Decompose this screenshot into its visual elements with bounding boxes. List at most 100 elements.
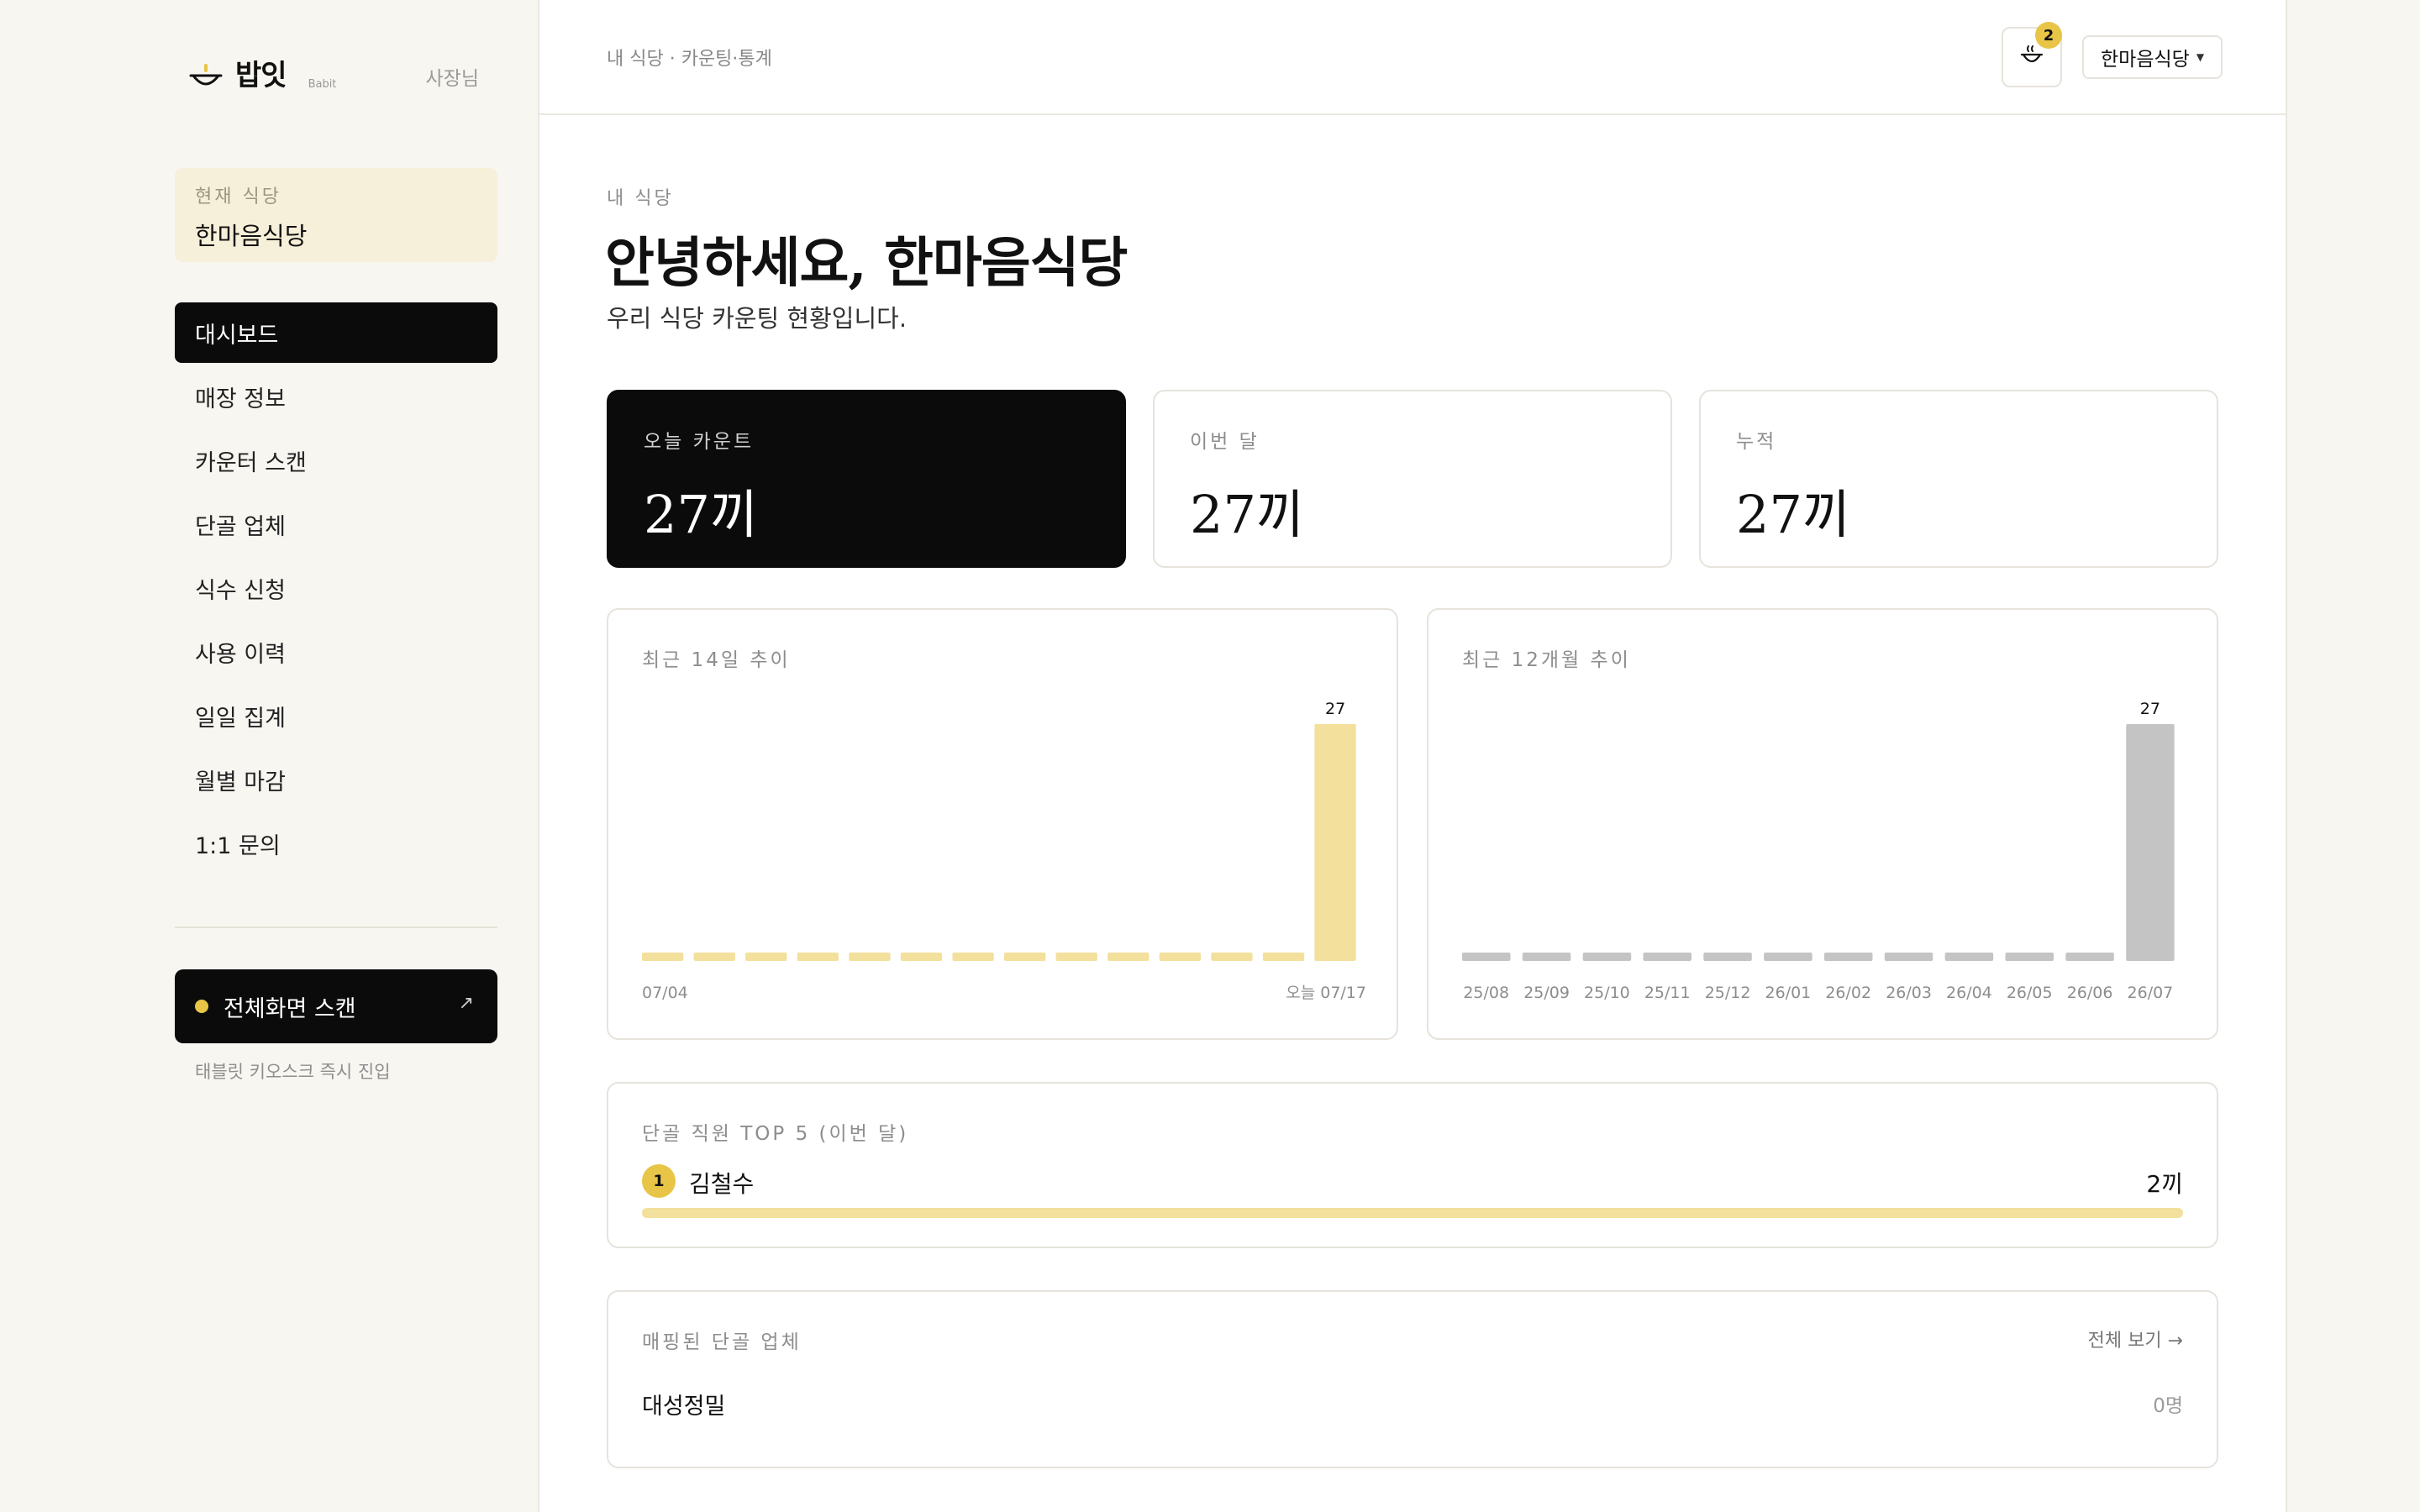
sidebar: 밥잇 Babit 사장님 현재 식당 한마음식당 대시보드 매장 정보 카운터 … (0, 0, 539, 1512)
sidebar-item-usage-history[interactable]: 사용 이력 (175, 622, 497, 682)
sidebar-item-counter-scan[interactable]: 카운터 스캔 (175, 430, 497, 491)
chart-14-days: 27 07/04 오늘 07/17 (642, 700, 1366, 1002)
chart-bar (2126, 724, 2175, 961)
chevron-down-icon: ▼ (2196, 51, 2205, 63)
chart-bar (2005, 953, 2054, 961)
notification-badge: 2 (2035, 22, 2062, 49)
top5-card: 단골 직원 TOP 5 (이번 달) 1 김철수 2끼 (607, 1082, 2218, 1248)
chart-card-12-months: 최근 12개월 추이 27 25/08 25/09 25/10 25/11 25/12 26… (1427, 608, 2218, 1040)
fullscreen-scan-hint: 태블릿 키오스크 즉시 진입 (195, 1062, 391, 1082)
chart-tick-label: 25/10 (1584, 984, 1630, 1002)
fullscreen-scan-button[interactable]: 전체화면 스캔 ↗ (175, 969, 497, 1043)
chart-bar (1107, 953, 1150, 961)
chart-bar (1582, 953, 1632, 961)
chart-bar (849, 953, 891, 961)
rank-employee-name: 김철수 (689, 1170, 755, 1198)
chart-bar (745, 953, 787, 961)
mapped-companies-card: 매핑된 단골 업체 전체 보기 → 대성정밀 0명 (607, 1290, 2218, 1468)
stat-value: 27끼 (1190, 484, 1304, 545)
current-store-name: 한마음식당 (195, 222, 308, 250)
chart-tick-label: 26/01 (1765, 984, 1812, 1002)
top5-title: 단골 직원 TOP 5 (이번 달) (642, 1123, 909, 1145)
chart-tick-label: 25/09 (1523, 984, 1570, 1002)
app-logo[interactable]: 밥잇 Babit (188, 59, 336, 92)
right-gutter (2286, 0, 2420, 1512)
main-content: 내 식당 · 카운팅·통계 2 한마음식당 ▼ 내 식당 안녕하세요, 한마음식… (539, 0, 2286, 1512)
sidebar-nav: 대시보드 매장 정보 카운터 스캔 단골 업체 식수 신청 사용 이력 일일 집… (175, 302, 497, 877)
current-store-box: 현재 식당 한마음식당 (175, 168, 497, 262)
page-title: 안녕하세요, 한마음식당 (605, 232, 1128, 295)
mapped-company-count: 0명 (2153, 1395, 2183, 1417)
chart-bar (1703, 953, 1752, 961)
chart-bar (1055, 953, 1097, 961)
mapped-companies-title: 매핑된 단골 업체 (642, 1331, 802, 1353)
sidebar-item-dashboard[interactable]: 대시보드 (175, 302, 497, 363)
chart-tick-label: 26/05 (2007, 984, 2053, 1002)
stat-card-today: 오늘 카운트 27끼 (607, 390, 1126, 568)
stat-label: 누적 (1736, 431, 1777, 453)
chart-data-label: 27 (1325, 700, 1345, 718)
chart-bar (1643, 953, 1691, 961)
stat-value: 27끼 (1736, 484, 1850, 545)
sidebar-item-store-info[interactable]: 매장 정보 (175, 366, 497, 427)
sidebar-item-daily-summary[interactable]: 일일 집계 (175, 685, 497, 746)
chart-tick-label: 26/04 (1946, 984, 1992, 1002)
chart-bar (693, 953, 735, 961)
sidebar-item-monthly-closing[interactable]: 월별 마감 (175, 749, 497, 810)
top-bar: 내 식당 · 카운팅·통계 2 한마음식당 ▼ (539, 0, 2286, 115)
rank-meal-count: 2끼 (2146, 1170, 2183, 1198)
stat-value: 27끼 (644, 484, 758, 545)
sidebar-item-regular-companies[interactable]: 단골 업체 (175, 494, 497, 554)
chart-bar (1314, 724, 1356, 961)
mapped-company-name[interactable]: 대성정밀 (642, 1388, 725, 1420)
chart-bar (797, 953, 839, 961)
sidebar-item-meal-request[interactable]: 식수 신청 (175, 558, 497, 618)
current-store-label: 현재 식당 (195, 186, 281, 207)
chart-bar (2065, 953, 2114, 961)
rank-badge: 1 (642, 1164, 676, 1198)
status-dot-icon (195, 1000, 208, 1013)
chart-bar (1824, 953, 1873, 961)
chart-bar (1764, 953, 1812, 961)
chart-12-months: 27 25/08 25/09 25/10 25/11 25/12 26/01 26/02 26/… (1462, 700, 2175, 1002)
stat-label: 오늘 카운트 (644, 431, 755, 453)
external-arrow-icon: ↗ (458, 993, 474, 1014)
chart-bar (1004, 953, 1046, 961)
chart-bar (1159, 953, 1201, 961)
fullscreen-scan-label: 전체화면 스캔 (224, 995, 356, 1022)
chart-bar (900, 953, 943, 961)
chart-bar (1462, 953, 1511, 961)
chart-tick-label: 07/04 (642, 984, 688, 1002)
stat-card-total: 누적 27끼 (1699, 390, 2218, 568)
chart-bar (1884, 953, 1933, 961)
chart-tick-label: 26/03 (1886, 984, 1932, 1002)
rank-progress-track (642, 1208, 2183, 1218)
chart-data-label: 27 (2140, 700, 2160, 718)
chart-bar (1522, 953, 1571, 961)
store-select-value: 한마음식당 (2101, 49, 2190, 71)
stat-card-month: 이번 달 27끼 (1153, 390, 1672, 568)
rice-bowl-icon (188, 59, 224, 92)
chart-tick-label: 오늘 07/17 (1286, 984, 1366, 1002)
breadcrumb: 내 식당 · 카운팅·통계 (607, 49, 772, 70)
app-name-sub: Babit (308, 78, 337, 91)
sidebar-divider (175, 927, 497, 928)
notification-button[interactable]: 2 (2002, 22, 2062, 87)
page-eyebrow: 내 식당 (607, 188, 674, 209)
store-select-dropdown[interactable]: 한마음식당 ▼ (2082, 35, 2223, 79)
chart-bar (1944, 953, 1994, 961)
page-subtitle: 우리 식당 카운팅 현황입니다. (607, 304, 908, 333)
chart-tick-label: 26/02 (1825, 984, 1871, 1002)
chart-bar (642, 953, 684, 961)
chart-tick-label: 26/06 (2067, 984, 2113, 1002)
chart-bar (1211, 953, 1253, 961)
chart-tick-label: 25/08 (1463, 984, 1509, 1002)
sidebar-item-inquiry[interactable]: 1:1 문의 (175, 813, 497, 874)
rank-progress-fill (642, 1208, 2183, 1218)
chart-tick-label: 25/12 (1705, 984, 1751, 1002)
chart-tick-label: 26/07 (2128, 984, 2174, 1002)
bowl-icon (2019, 43, 2044, 71)
chart-card-14-days: 최근 14일 추이 27 07/04 오늘 07/17 (607, 608, 1398, 1040)
view-all-link[interactable]: 전체 보기 → (2088, 1326, 2183, 1352)
stat-label: 이번 달 (1190, 431, 1260, 453)
